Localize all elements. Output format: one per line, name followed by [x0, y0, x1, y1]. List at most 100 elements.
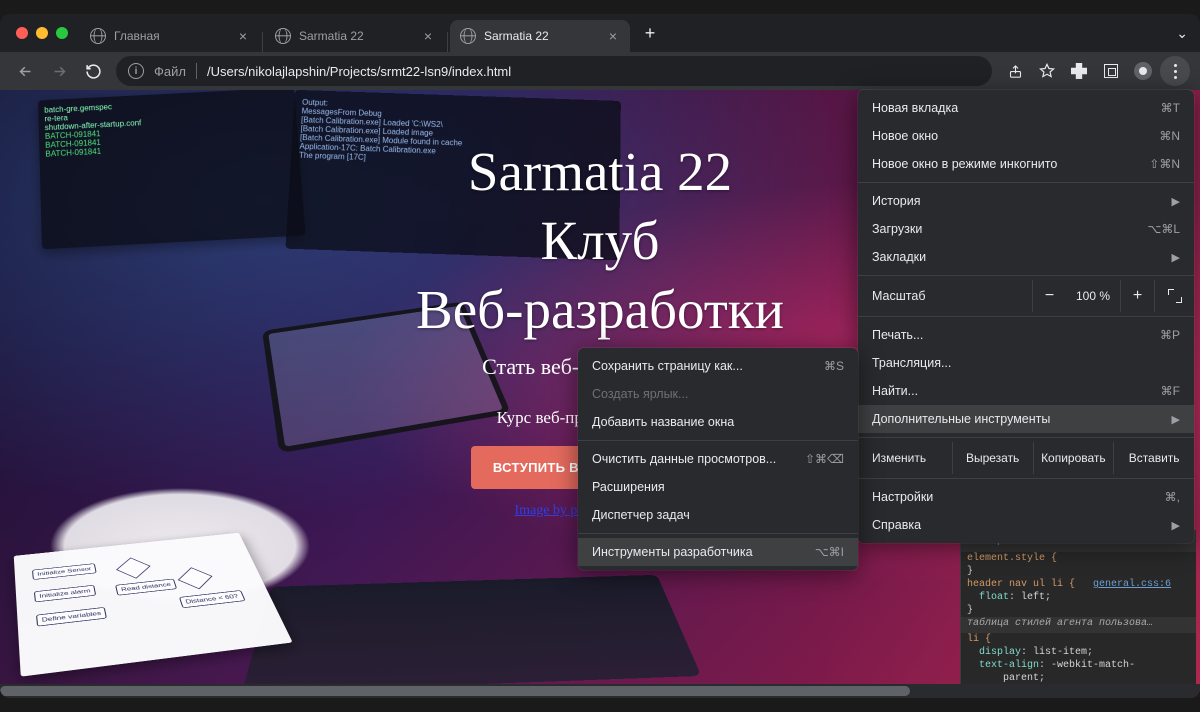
label: Дополнительные инструменты — [872, 412, 1050, 426]
window-zoom-button[interactable] — [56, 27, 68, 39]
shortcut: ⌘S — [824, 359, 844, 373]
label: Расширения — [592, 480, 665, 494]
dt-line: } — [961, 565, 1196, 578]
title-line: Sarmatia 22 — [468, 141, 732, 202]
zoom-in-button[interactable]: + — [1120, 280, 1154, 312]
label: История — [872, 194, 920, 208]
puzzle-icon — [1071, 63, 1087, 79]
shortcut: ⌘, — [1165, 490, 1180, 504]
menu-zoom: Масштаб − 100 % + — [858, 280, 1194, 312]
dt-line: li { — [967, 634, 991, 645]
chevron-right-icon: ▶ — [1172, 195, 1180, 208]
window-close-button[interactable] — [16, 27, 28, 39]
submenu-extensions[interactable]: Расширения — [578, 473, 858, 501]
tab-3[interactable]: Sarmatia 22 × — [450, 20, 630, 52]
menu-incognito[interactable]: Новое окно в режиме инкогнито⇧⌘N — [858, 150, 1194, 178]
label: Печать... — [872, 328, 923, 342]
submenu-clear-data[interactable]: Очистить данные просмотров...⇧⌘⌫ — [578, 445, 858, 473]
tab-label: Sarmatia 22 — [484, 29, 606, 43]
tab-separator — [447, 32, 448, 52]
tab-separator — [262, 32, 263, 52]
title-line: Клуб — [541, 210, 660, 271]
menu-new-window[interactable]: Новое окно⌘N — [858, 122, 1194, 150]
forward-button[interactable] — [44, 56, 74, 86]
copy-button[interactable]: Копировать — [1033, 442, 1114, 474]
address-bar[interactable]: i Файл /Users/nikolajlapshin/Projects/sr… — [116, 56, 992, 86]
zoom-value: 100 % — [1066, 289, 1120, 303]
menu-find[interactable]: Найти... ⌘F — [858, 377, 1194, 405]
edit-label: Изменить — [858, 442, 952, 474]
bookmark-button[interactable] — [1032, 56, 1062, 86]
menu-help[interactable]: Справка ▶ — [858, 511, 1194, 539]
submenu-dev-tools[interactable]: Инструменты разработчика⌥⌘I — [578, 538, 858, 566]
info-icon[interactable]: i — [128, 63, 144, 79]
devtools-panel[interactable]: Фильтр :hov .cls element.style { } heade… — [960, 530, 1196, 684]
url-path: /Users/nikolajlapshin/Projects/srmt22-ls… — [207, 64, 511, 79]
tab-close-button[interactable]: × — [606, 29, 620, 43]
globe-icon — [90, 28, 106, 44]
fullscreen-button[interactable] — [1154, 280, 1194, 312]
label: Масштаб — [872, 289, 1032, 303]
menu-print[interactable]: Печать... ⌘P — [858, 321, 1194, 349]
divider — [858, 437, 1194, 438]
hero-title: Sarmatia 22 Клуб Веб-разработки — [416, 138, 784, 344]
label: Трансляция... — [872, 356, 951, 370]
tab-close-button[interactable]: × — [236, 29, 250, 43]
menu-edit-row: Изменить Вырезать Копировать Вставить — [858, 442, 1194, 474]
zoom-out-button[interactable]: − — [1032, 280, 1066, 312]
label: Создать ярлык... — [592, 387, 688, 401]
divider — [858, 316, 1194, 317]
scrollbar-horizontal[interactable] — [0, 684, 1200, 698]
tab-2[interactable]: Sarmatia 22 × — [265, 20, 445, 52]
shortcut: ⌘N — [1159, 129, 1180, 143]
user-agent-section: таблица стилей агента пользова… — [961, 617, 1196, 633]
tab-1[interactable]: Главная × — [80, 20, 260, 52]
reload-button[interactable] — [78, 56, 108, 86]
side-panel-button[interactable] — [1096, 56, 1126, 86]
label: Настройки — [872, 490, 933, 504]
share-button[interactable] — [1000, 56, 1030, 86]
shortcut: ⌘P — [1160, 328, 1180, 342]
dt-line: } — [961, 604, 1196, 617]
extensions-button[interactable] — [1064, 56, 1094, 86]
dots-icon — [1174, 64, 1177, 79]
label: Очистить данные просмотров... — [592, 452, 776, 466]
back-button[interactable] — [10, 56, 40, 86]
chevron-right-icon: ▶ — [1172, 519, 1180, 532]
cut-button[interactable]: Вырезать — [952, 442, 1033, 474]
menu-more-tools[interactable]: Дополнительные инструменты ▶ — [858, 405, 1194, 433]
profile-button[interactable] — [1128, 56, 1158, 86]
title-line: Веб-разработки — [416, 279, 784, 340]
globe-icon — [275, 28, 291, 44]
submenu-create-shortcut: Создать ярлык... — [578, 380, 858, 408]
menu-bookmarks[interactable]: Закладки▶ — [858, 243, 1194, 271]
dt-line: header nav ul li { — [967, 579, 1075, 590]
submenu-task-manager[interactable]: Диспетчер задач — [578, 501, 858, 529]
shortcut: ⇧⌘N — [1149, 157, 1180, 171]
window-minimize-button[interactable] — [36, 27, 48, 39]
scrollbar-thumb[interactable] — [0, 686, 910, 696]
panel-icon — [1104, 64, 1118, 78]
divider — [858, 275, 1194, 276]
tabs-overflow-button[interactable]: ⌄ — [1176, 25, 1188, 42]
shortcut: ⌘F — [1161, 384, 1180, 398]
menu-cast[interactable]: Трансляция... — [858, 349, 1194, 377]
paste-button[interactable]: Вставить — [1113, 442, 1194, 474]
menu-settings[interactable]: Настройки ⌘, — [858, 483, 1194, 511]
label: Справка — [872, 518, 921, 532]
submenu-save-as[interactable]: Сохранить страницу как...⌘S — [578, 352, 858, 380]
chrome-menu-button[interactable] — [1160, 56, 1190, 86]
menu-history[interactable]: История ▶ — [858, 187, 1194, 215]
new-tab-button[interactable]: + — [636, 19, 664, 47]
menu-new-tab[interactable]: Новая вкладка⌘T — [858, 94, 1194, 122]
chrome-menu: Новая вкладка⌘T Новое окно⌘N Новое окно … — [858, 90, 1194, 543]
tab-strip: Главная × Sarmatia 22 × Sarmatia 22 × + … — [0, 14, 1200, 52]
shortcut: ⌥⌘L — [1147, 222, 1180, 236]
submenu-name-window[interactable]: Добавить название окна — [578, 408, 858, 436]
chevron-right-icon: ▶ — [1172, 413, 1180, 426]
menu-downloads[interactable]: Загрузки⌥⌘L — [858, 215, 1194, 243]
label: Найти... — [872, 384, 918, 398]
chevron-right-icon: ▶ — [1172, 251, 1180, 264]
tab-close-button[interactable]: × — [421, 29, 435, 43]
css-source-link[interactable]: general.css:6 — [1093, 579, 1171, 590]
